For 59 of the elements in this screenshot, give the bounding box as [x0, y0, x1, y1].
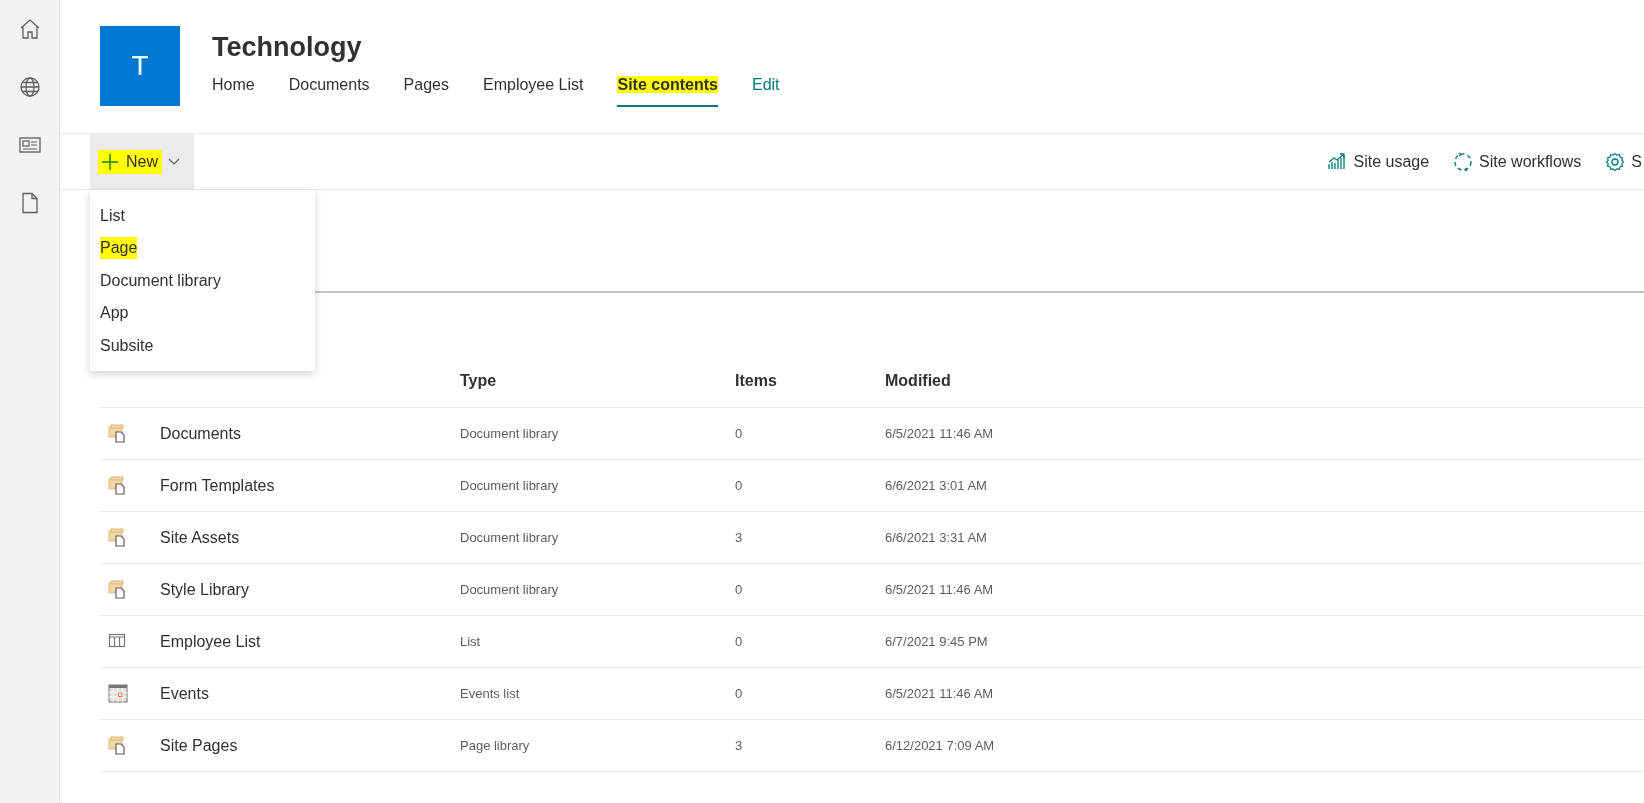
nav-link[interactable]: Home: [212, 73, 255, 107]
item-name-link[interactable]: Site Pages: [160, 733, 460, 758]
library-icon: [108, 423, 128, 444]
table-cell-text: 6/6/2021 3:01 AM: [885, 476, 988, 495]
table-cell-text: 6/7/2021 9:45 PM: [885, 632, 989, 651]
calendar-icon: [108, 683, 128, 704]
site-logo: T: [100, 26, 180, 106]
chevron-down-icon: [168, 158, 180, 165]
table-cell-text: 0: [735, 424, 744, 443]
nav-link[interactable]: Edit: [751, 73, 780, 107]
table-cell-text: 3: [735, 736, 744, 755]
toolbar-action[interactable]: Site usage: [1319, 134, 1438, 189]
table-cell-text: 6/6/2021 3:31 AM: [885, 528, 988, 547]
column-header[interactable]: Items: [735, 369, 885, 393]
column-header[interactable]: Type: [460, 369, 735, 393]
menu-item[interactable]: List: [100, 204, 125, 227]
table-cell-text: 0: [735, 684, 744, 703]
new-button[interactable]: New: [90, 134, 194, 189]
column-header[interactable]: Modified: [885, 369, 1644, 393]
library-icon: [108, 475, 128, 496]
circular-arrows-icon: [1453, 151, 1474, 172]
item-name-link[interactable]: Employee List: [160, 629, 460, 654]
plus-icon: [102, 153, 118, 170]
settings-icon: [1605, 151, 1626, 172]
library-icon: [108, 579, 128, 600]
table-cell-text: 3: [735, 528, 744, 547]
menu-item[interactable]: App: [100, 302, 129, 324]
item-name-link[interactable]: Site Assets: [160, 525, 460, 550]
table-cell-text: 6/12/2021 7:09 AM: [885, 736, 996, 755]
library-icon: [108, 527, 128, 548]
menu-item[interactable]: Document library: [100, 269, 221, 292]
table-cell-text: Document library: [460, 528, 560, 547]
table-cell-text: Document library: [460, 580, 560, 599]
toolbar-action[interactable]: Site workflows: [1445, 134, 1590, 189]
nav-link[interactable]: Pages: [403, 73, 449, 107]
item-name-link[interactable]: Events: [160, 681, 460, 706]
nav-link[interactable]: Documents: [288, 73, 370, 107]
table-cell-text: 6/5/2021 11:46 AM: [885, 580, 995, 599]
table-cell-text: List: [460, 632, 482, 651]
nav-link[interactable]: Employee List: [483, 73, 584, 107]
table-cell-text: Events list: [460, 684, 521, 703]
table-cell-text: Document library: [460, 476, 560, 495]
bar-chart-icon: [1327, 151, 1348, 172]
table-cell-text: 6/5/2021 11:46 AM: [885, 684, 995, 703]
menu-item[interactable]: Page: [100, 237, 138, 259]
table-cell-text: 0: [735, 476, 744, 495]
item-name-link[interactable]: Documents: [160, 421, 460, 446]
site-title: Technology: [212, 34, 363, 61]
table-cell-text: Document library: [460, 424, 560, 443]
globe-icon[interactable]: [17, 74, 42, 99]
item-name-link[interactable]: Form Templates: [160, 473, 460, 498]
library-icon: [108, 735, 128, 756]
item-name-link[interactable]: Style Library: [160, 577, 460, 602]
table-cell-text: 0: [735, 632, 744, 651]
menu-item[interactable]: Subsite: [100, 334, 154, 357]
table-cell-text: Page library: [460, 736, 531, 755]
toolbar-action[interactable]: S: [1597, 134, 1644, 189]
table-cell-text: 0: [735, 580, 744, 599]
table-cell-text: 6/5/2021 11:46 AM: [885, 424, 995, 443]
